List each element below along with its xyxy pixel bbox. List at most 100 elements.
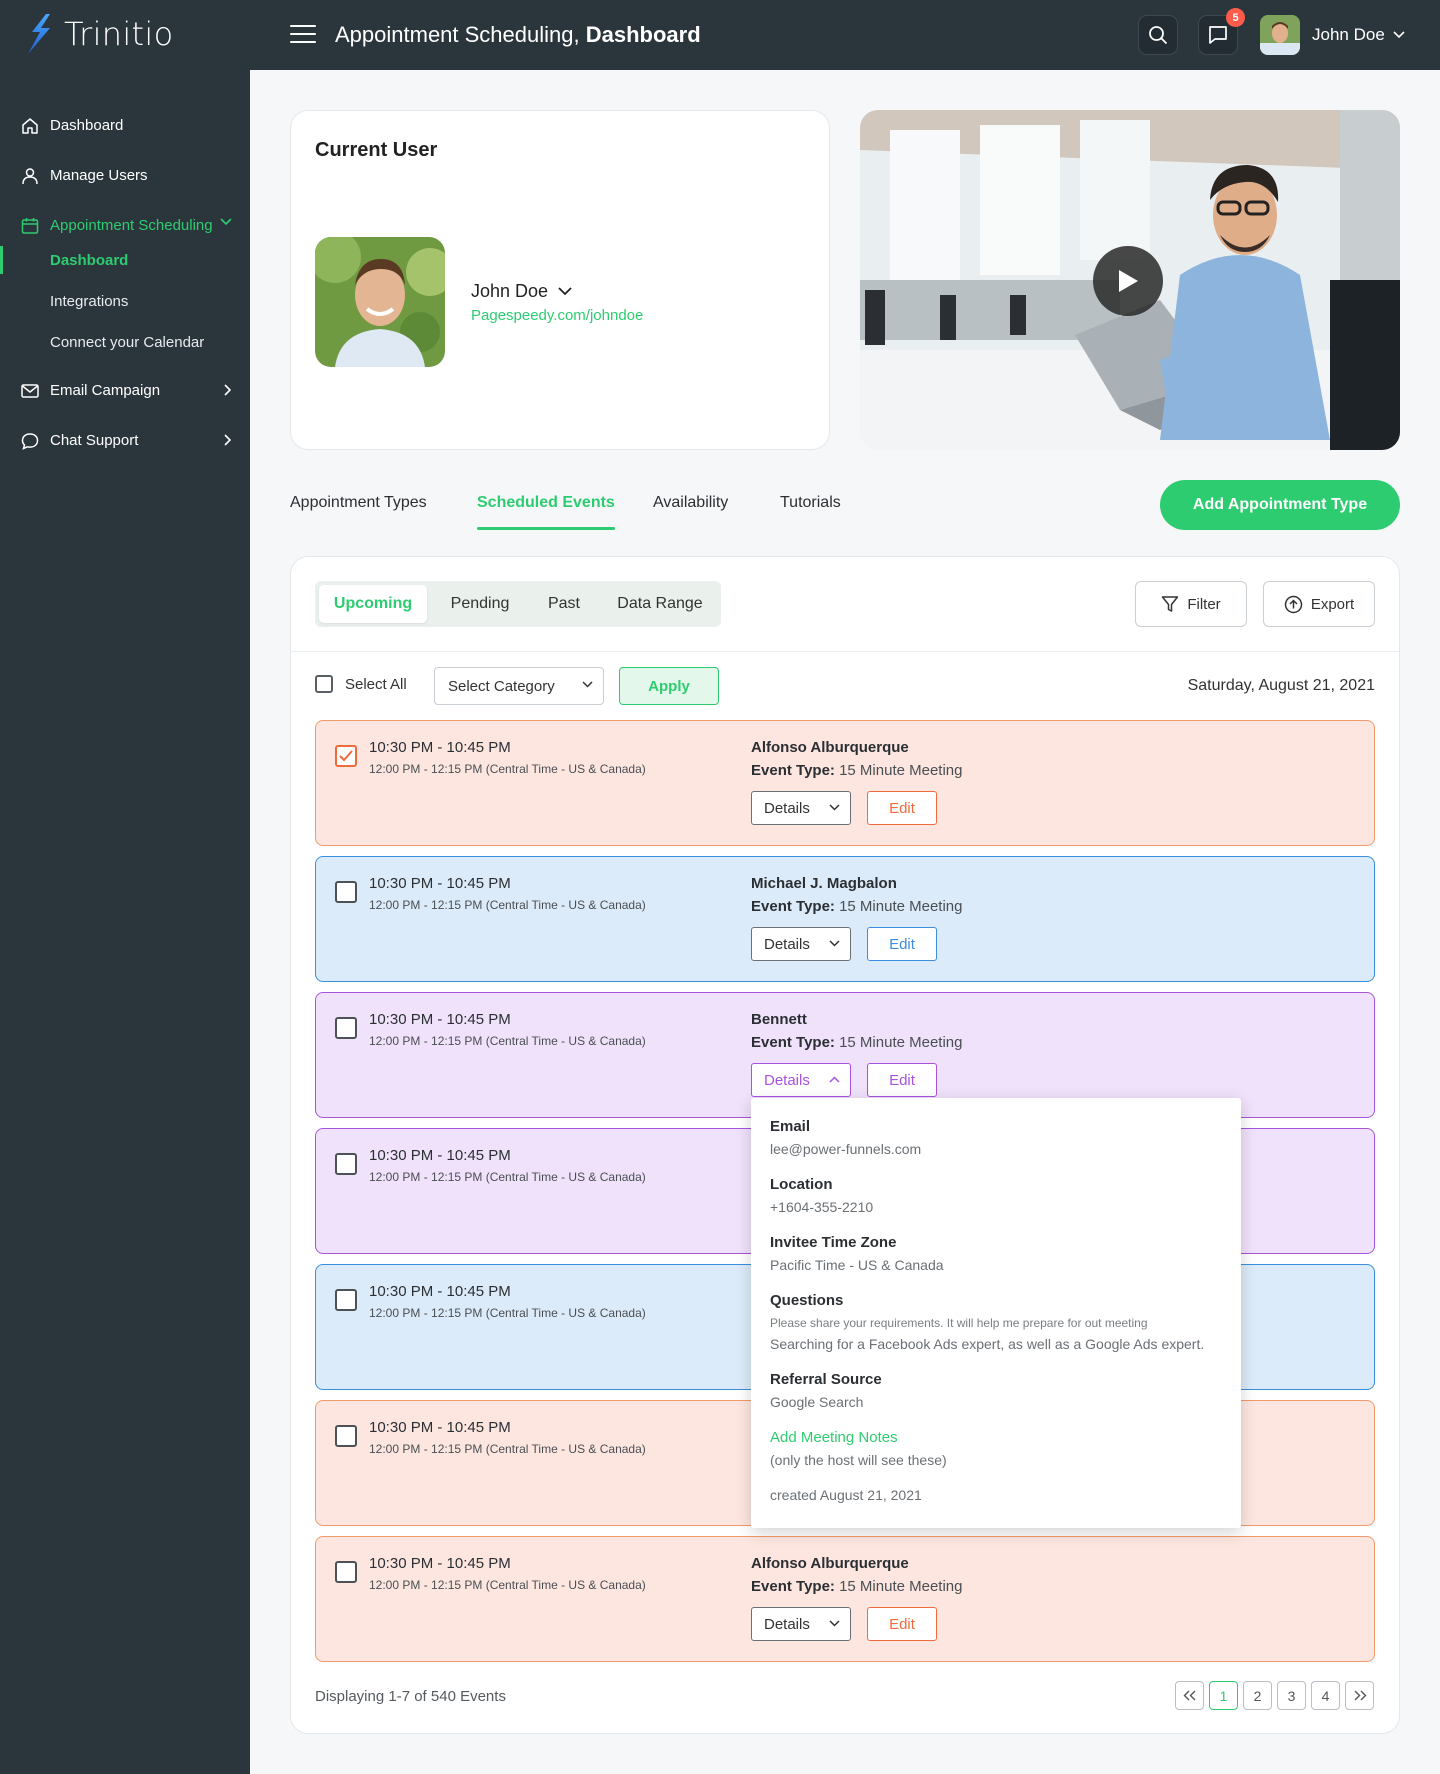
tab-availability[interactable]: Availability [653, 494, 728, 512]
tab-upcoming[interactable]: Upcoming [319, 585, 427, 623]
add-meeting-notes-link[interactable]: Add Meeting Notes [770, 1429, 898, 1446]
event-timezone: 12:00 PM - 12:15 PM (Central Time - US &… [369, 762, 646, 776]
event-card: 10:30 PM - 10:45 PM 12:00 PM - 12:15 PM … [315, 856, 1375, 982]
user-page-link[interactable]: Pagespeedy.com/johndoe [471, 307, 643, 324]
sidebar-item-chat-support[interactable]: Chat Support [0, 422, 250, 458]
apply-button[interactable]: Apply [619, 667, 719, 705]
event-timezone: 12:00 PM - 12:15 PM (Central Time - US &… [369, 1442, 646, 1456]
event-checkbox[interactable] [335, 1017, 357, 1039]
sidebar-subitem-connect-calendar[interactable]: Connect your Calendar [0, 326, 250, 358]
edit-button[interactable]: Edit [867, 1607, 937, 1641]
event-checkbox[interactable] [335, 745, 357, 767]
event-checkbox[interactable] [335, 1425, 357, 1447]
video-player[interactable] [860, 110, 1400, 450]
edit-button[interactable]: Edit [867, 927, 937, 961]
mail-icon [21, 384, 39, 398]
edit-button[interactable]: Edit [867, 1063, 937, 1097]
event-type: Event Type: 15 Minute Meeting [751, 1578, 963, 1595]
details-dropdown[interactable]: Details [751, 1063, 851, 1097]
profile-image [315, 237, 445, 367]
chevrons-left-icon [1183, 1690, 1195, 1701]
sidebar-item-email-campaign[interactable]: Email Campaign [0, 372, 250, 408]
details-dropdown[interactable]: Details [751, 791, 851, 825]
email-label: Email [770, 1118, 811, 1135]
event-type: Event Type: 15 Minute Meeting [751, 898, 963, 915]
chevron-down-icon [558, 287, 572, 296]
events-count: Displaying 1-7 of 540 Events [315, 1688, 506, 1705]
sidebar-item-manage-users[interactable]: Manage Users [0, 157, 250, 193]
chevron-up-icon [829, 1076, 840, 1083]
select-category-dropdown[interactable]: Select Category [434, 667, 604, 705]
event-checkbox[interactable] [335, 1561, 357, 1583]
event-time: 10:30 PM - 10:45 PM [369, 1555, 511, 1572]
details-popup: Email lee@power-funnels.com Location +16… [751, 1098, 1241, 1528]
notes-hint: (only the host will see these) [770, 1452, 947, 1468]
user-menu[interactable]: John Doe [1312, 25, 1405, 45]
chevron-right-icon [224, 434, 232, 446]
play-button[interactable] [1093, 246, 1163, 316]
email-value: lee@power-funnels.com [770, 1141, 922, 1157]
timezone-value: Pacific Time - US & Canada [770, 1257, 944, 1273]
user-name: John Doe [1312, 25, 1385, 44]
card-title: Current User [315, 139, 438, 161]
avatar[interactable] [1260, 15, 1300, 55]
sidebar-item-appointment-scheduling[interactable]: Appointment Scheduling [0, 207, 250, 243]
add-appointment-type-button[interactable]: Add Appointment Type [1160, 480, 1400, 530]
tab-pending[interactable]: Pending [435, 585, 525, 623]
page-button[interactable]: 4 [1311, 1681, 1340, 1710]
details-dropdown[interactable]: Details [751, 1607, 851, 1641]
event-time: 10:30 PM - 10:45 PM [369, 875, 511, 892]
sidebar-subitem-integrations[interactable]: Integrations [0, 285, 250, 317]
referral-value: Google Search [770, 1394, 864, 1410]
chevron-down-icon [1393, 31, 1405, 39]
filter-icon [1162, 596, 1179, 612]
last-page-button[interactable] [1345, 1681, 1374, 1710]
timezone-label: Invitee Time Zone [770, 1234, 897, 1251]
user-photo [315, 237, 445, 367]
search-button[interactable] [1138, 15, 1178, 55]
chat-icon [1209, 26, 1227, 44]
first-page-button[interactable] [1175, 1681, 1204, 1710]
event-checkbox[interactable] [335, 881, 357, 903]
filter-button[interactable]: Filter [1135, 581, 1247, 627]
invitee-name: Michael J. Magbalon [751, 875, 897, 892]
event-time: 10:30 PM - 10:45 PM [369, 1283, 511, 1300]
answer-text: Searching for a Facebook Ads expert, as … [770, 1336, 1205, 1352]
event-time: 10:30 PM - 10:45 PM [369, 1011, 511, 1028]
tab-past[interactable]: Past [527, 585, 601, 623]
page-title: Appointment Scheduling, Dashboard [335, 22, 701, 47]
sidebar-item-dashboard[interactable]: Dashboard [0, 107, 250, 143]
app-name: Trinitio [64, 15, 174, 53]
checkbox[interactable] [315, 675, 333, 693]
menu-icon[interactable] [290, 25, 316, 45]
user-name-dropdown[interactable]: John Doe [471, 281, 572, 302]
logo-icon [28, 14, 50, 54]
notification-badge: 5 [1226, 8, 1245, 27]
event-checkbox[interactable] [335, 1153, 357, 1175]
upload-icon [1284, 595, 1303, 613]
tab-tutorials[interactable]: Tutorials [780, 494, 841, 512]
event-time: 10:30 PM - 10:45 PM [369, 1419, 511, 1436]
event-checkbox[interactable] [335, 1289, 357, 1311]
page-button[interactable]: 1 [1209, 1681, 1238, 1710]
app-logo[interactable]: Trinitio [24, 14, 173, 54]
messages-button[interactable]: 5 [1198, 8, 1245, 55]
chevron-down-icon [829, 940, 840, 947]
edit-button[interactable]: Edit [867, 791, 937, 825]
chevron-down-icon [829, 804, 840, 811]
created-date: created August 21, 2021 [770, 1487, 922, 1503]
top-bar: Trinitio Appointment Scheduling, Dashboa… [0, 0, 1440, 70]
event-timezone: 12:00 PM - 12:15 PM (Central Time - US &… [369, 1306, 646, 1320]
select-all-checkbox[interactable]: Select All [315, 675, 407, 693]
page-button[interactable]: 3 [1277, 1681, 1306, 1710]
tab-scheduled-events[interactable]: Scheduled Events [477, 494, 615, 530]
export-button[interactable]: Export [1263, 581, 1375, 627]
details-dropdown[interactable]: Details [751, 927, 851, 961]
tab-appointment-types[interactable]: Appointment Types [290, 494, 427, 512]
page-button[interactable]: 2 [1243, 1681, 1272, 1710]
questions-label: Questions [770, 1292, 844, 1309]
chevron-down-icon [829, 1620, 840, 1627]
home-icon [22, 118, 38, 134]
sidebar-subitem-dashboard[interactable]: Dashboard [0, 244, 250, 276]
tab-data-range[interactable]: Data Range [605, 585, 715, 623]
